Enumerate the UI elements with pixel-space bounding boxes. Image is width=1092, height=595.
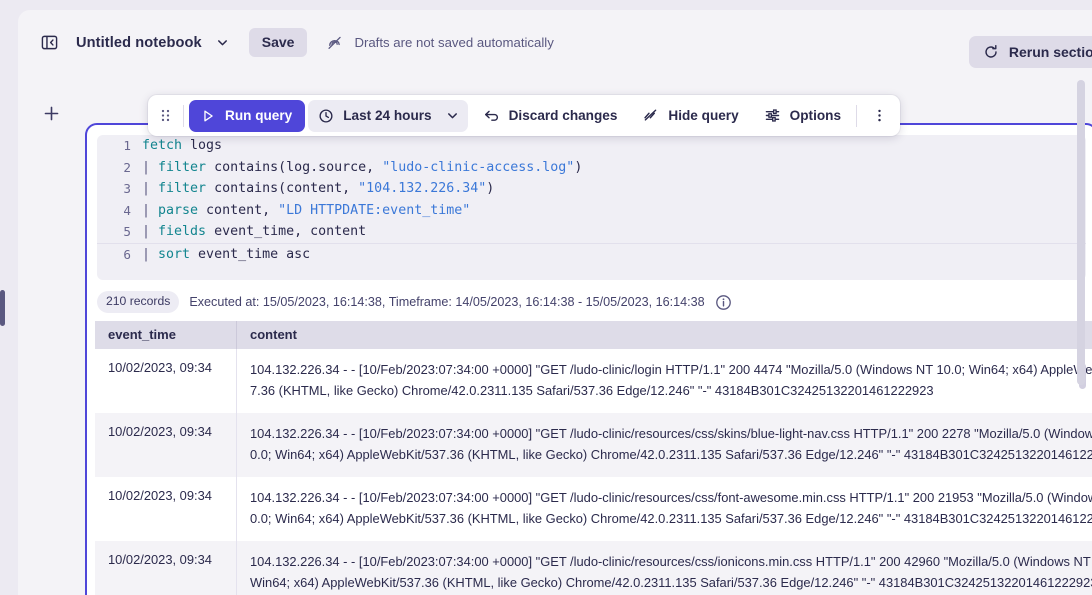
drafts-message: Drafts are not saved automatically: [354, 35, 553, 50]
column-header-content[interactable]: content: [237, 321, 297, 349]
code-text: | sort event_time asc: [142, 247, 310, 262]
results-table: event_time content 10/02/2023, 09:34104.…: [95, 321, 1092, 595]
hide-query-label: Hide query: [668, 109, 738, 123]
cell-content: 104.132.226.34 - - [10/Feb/2023:07:34:00…: [237, 541, 1092, 595]
options-label: Options: [790, 109, 841, 123]
line-number: 2: [97, 160, 142, 175]
left-rail-scrollbar-thumb[interactable]: [0, 290, 5, 326]
line-number: 5: [97, 224, 142, 239]
cell-content: 104.132.226.34 - - [10/Feb/2023:07:34:00…: [237, 413, 1092, 477]
code-text: | filter contains(content, "104.132.226.…: [142, 181, 494, 196]
app-root: Untitled notebook Save Drafts are not sa…: [0, 0, 1092, 595]
code-lines: 1fetch logs2| filter contains(log.source…: [97, 135, 1086, 265]
code-line: 3| filter contains(content, "104.132.226…: [97, 178, 1086, 200]
table-header-row: event_time content: [95, 321, 1092, 349]
plus-icon: [43, 105, 60, 122]
run-query-button[interactable]: Run query: [189, 100, 305, 132]
info-icon[interactable]: [715, 294, 732, 311]
notebook-title: Untitled notebook: [76, 35, 202, 51]
code-text: | filter contains(log.source, "ludo-clin…: [142, 160, 582, 175]
table-row[interactable]: 10/02/2023, 09:34104.132.226.34 - - [10/…: [95, 477, 1092, 541]
undo-arrow-icon: [483, 107, 500, 124]
query-section-card: 1fetch logs2| filter contains(log.source…: [85, 123, 1092, 595]
time-range-selector[interactable]: Last 24 hours: [308, 100, 467, 132]
panel-collapse-icon: [41, 34, 58, 51]
line-number: 4: [97, 203, 142, 218]
clock-icon: [318, 108, 334, 124]
line-number: 1: [97, 138, 142, 153]
app-header: Untitled notebook Save Drafts are not sa…: [18, 10, 1092, 75]
execution-info-text: Executed at: 15/05/2023, 16:14:38, Timef…: [189, 295, 704, 309]
hide-query-icon: [642, 107, 659, 124]
table-row[interactable]: 10/02/2023, 09:34104.132.226.34 - - [10/…: [95, 541, 1092, 595]
table-body: 10/02/2023, 09:34104.132.226.34 - - [10/…: [95, 349, 1092, 595]
add-section-button[interactable]: [39, 101, 63, 125]
code-text: | parse content, "LD HTTPDATE:event_time…: [142, 203, 470, 218]
no-autosave-icon: [326, 34, 344, 52]
cell-event-time: 10/02/2023, 09:34: [95, 413, 237, 477]
line-number: 6: [97, 247, 142, 262]
query-meta-row: 210 records Executed at: 15/05/2023, 16:…: [97, 289, 1086, 315]
time-range-label: Last 24 hours: [343, 109, 431, 123]
toolbar-divider-1: [183, 105, 184, 127]
cell-event-time: 10/02/2023, 09:34: [95, 541, 237, 595]
records-badge: 210 records: [97, 291, 179, 312]
save-button[interactable]: Save: [249, 28, 308, 57]
discard-changes-button[interactable]: Discard changes: [473, 99, 628, 132]
cell-content: 104.132.226.34 - - [10/Feb/2023:07:34:00…: [237, 477, 1092, 541]
cell-content: 104.132.226.34 - - [10/Feb/2023:07:34:00…: [237, 349, 1092, 413]
hide-query-button[interactable]: Hide query: [632, 99, 748, 132]
query-toolbar: Run query Last 24 hours Discard changes: [148, 95, 900, 136]
table-row[interactable]: 10/02/2023, 09:34104.132.226.34 - - [10/…: [95, 349, 1092, 413]
cell-event-time: 10/02/2023, 09:34: [95, 349, 237, 413]
page-scrollbar-thumb[interactable]: [1077, 80, 1085, 385]
query-editor[interactable]: 1fetch logs2| filter contains(log.source…: [97, 135, 1086, 280]
drag-handle-icon: [159, 107, 172, 124]
page-sheet: Untitled notebook Save Drafts are not sa…: [18, 10, 1092, 595]
refresh-icon: [983, 44, 999, 60]
code-line: 4| parse content, "LD HTTPDATE:event_tim…: [97, 200, 1086, 222]
run-query-label: Run query: [225, 109, 292, 123]
more-options-button[interactable]: [865, 102, 893, 130]
options-button[interactable]: Options: [754, 99, 851, 132]
code-line: 6| sort event_time asc: [97, 243, 1086, 266]
code-line: 5| fields event_time, content: [97, 221, 1086, 243]
column-header-event-time[interactable]: event_time: [95, 321, 237, 349]
kebab-menu-icon: [872, 108, 887, 123]
code-line: 1fetch logs: [97, 135, 1086, 157]
discard-changes-label: Discard changes: [509, 109, 618, 123]
rerun-sections-button[interactable]: Rerun sections: [969, 36, 1092, 68]
chevron-down-icon: [216, 36, 229, 49]
sidebar-toggle-button[interactable]: [36, 30, 62, 56]
drag-handle[interactable]: [152, 101, 178, 131]
sliders-icon: [764, 107, 781, 124]
drafts-status: Drafts are not saved automatically: [326, 34, 553, 52]
code-text: fetch logs: [142, 138, 222, 153]
play-icon: [200, 108, 216, 124]
toolbar-divider-2: [856, 105, 857, 127]
code-text: | fields event_time, content: [142, 224, 366, 239]
rerun-sections-label: Rerun sections: [1009, 45, 1092, 59]
line-number: 3: [97, 181, 142, 196]
code-line: 2| filter contains(log.source, "ludo-cli…: [97, 157, 1086, 179]
table-row[interactable]: 10/02/2023, 09:34104.132.226.34 - - [10/…: [95, 413, 1092, 477]
notebook-title-dropdown[interactable]: [213, 33, 233, 53]
cell-event-time: 10/02/2023, 09:34: [95, 477, 237, 541]
chevron-down-icon: [446, 109, 459, 122]
